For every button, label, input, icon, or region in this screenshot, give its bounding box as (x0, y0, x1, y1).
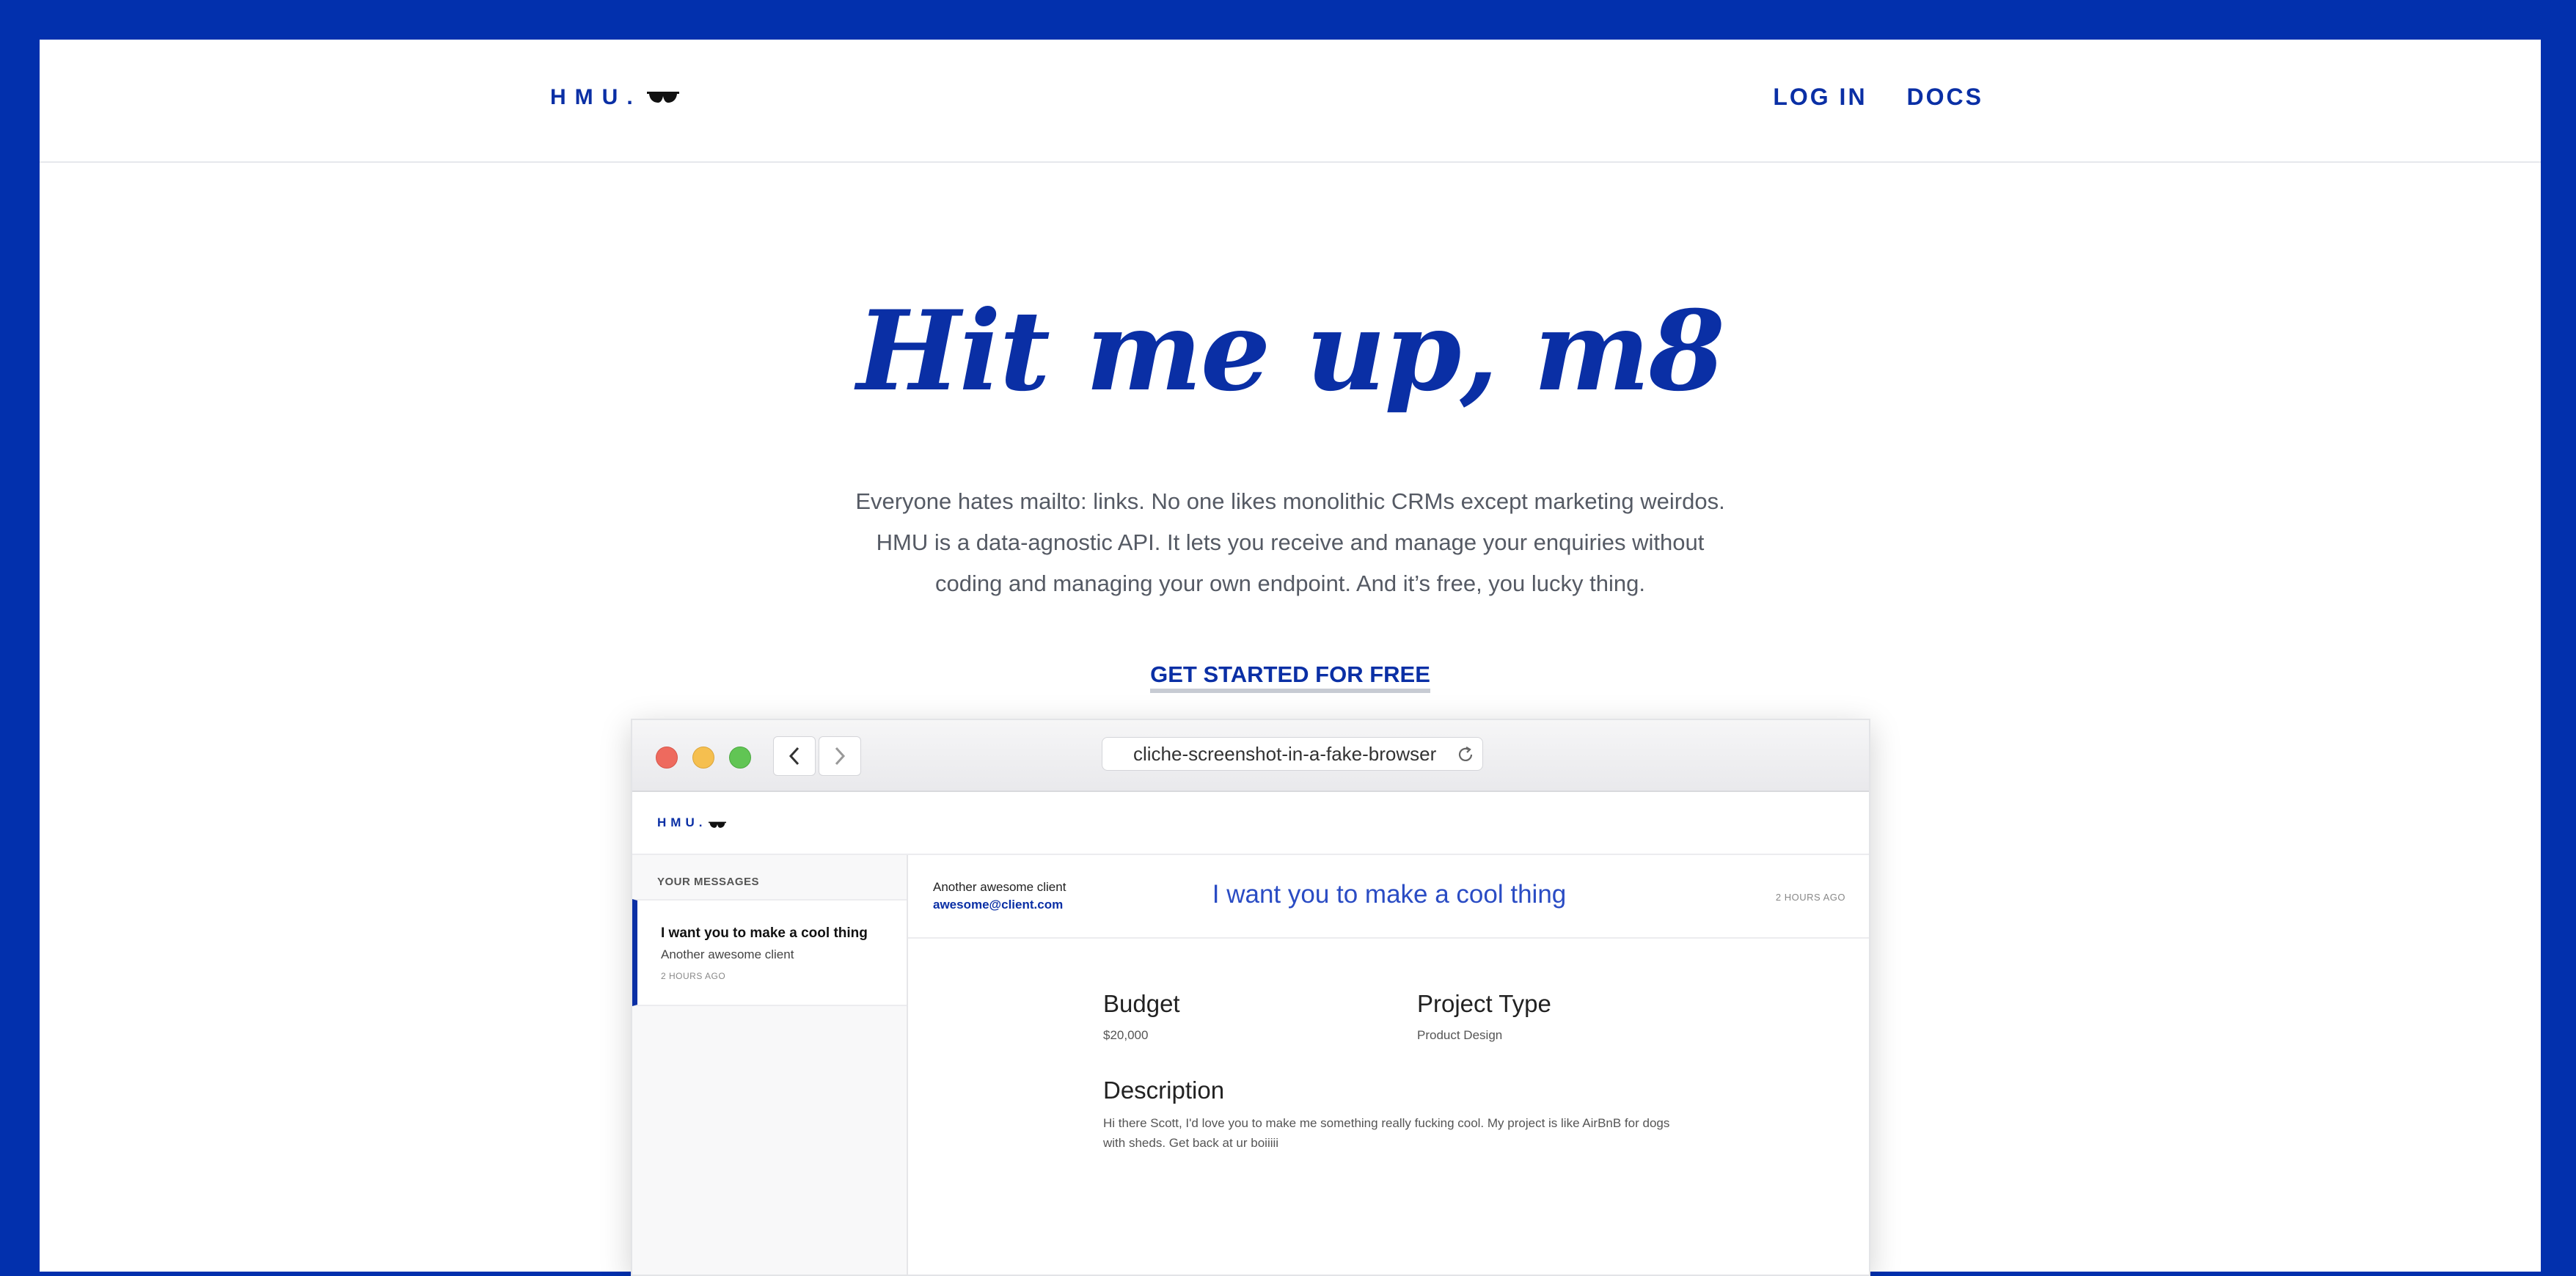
message-date: 2 HOURS AGO (661, 971, 726, 981)
sunglasses-icon (708, 818, 727, 828)
description-value: Hi there Scott, I'd love you to make me … (1103, 1116, 1670, 1150)
top-nav: LOG IN DOCS (1773, 84, 1983, 111)
message-sender: Another awesome client (661, 947, 794, 961)
cta-wrapper: GET STARTED FOR FREE (40, 661, 2541, 693)
message-title: I want you to make a cool thing (661, 925, 868, 941)
site-logo[interactable]: HMU. (550, 85, 680, 110)
logo-text: HMU. (550, 85, 642, 109)
project-type-label: Project Type (1417, 990, 1551, 1017)
login-link[interactable]: LOG IN (1773, 84, 1867, 111)
maximize-window-icon[interactable] (729, 747, 751, 769)
forward-button[interactable] (819, 736, 861, 776)
app-logo-text: HMU. (657, 815, 707, 829)
message-list-item[interactable]: I want you to make a cool thing Another … (632, 899, 907, 1006)
message-detail-date: 2 HOURS AGO (1775, 892, 1845, 903)
hero-title: Hit me up, m8 (856, 287, 1725, 416)
sunglasses-icon (646, 87, 680, 103)
get-started-button[interactable]: GET STARTED FOR FREE (1150, 661, 1430, 693)
back-arrow-icon (788, 747, 799, 766)
browser-chrome: cliche-screenshot-in-a-fake-browser (632, 720, 1869, 792)
budget-value: $20,000 (1103, 1028, 1149, 1042)
messages-sidebar: YOUR MESSAGES I want you to make a cool … (632, 855, 908, 1275)
docs-link[interactable]: DOCS (1907, 84, 1983, 111)
fake-browser-window: cliche-screenshot-in-a-fake-browser HMU.… (631, 719, 1870, 1276)
reload-icon[interactable] (1456, 745, 1475, 764)
message-subject: I want you to make a cool thing (1212, 880, 1567, 909)
back-button[interactable] (773, 736, 816, 776)
hero-subtitle: Everyone hates mailto: links. No one lik… (855, 488, 1725, 596)
forward-arrow-icon (835, 747, 846, 766)
project-type-value: Product Design (1417, 1028, 1503, 1042)
description-label: Description (1103, 1077, 1225, 1104)
address-bar[interactable]: cliche-screenshot-in-a-fake-browser (1102, 737, 1483, 771)
sidebar-title: YOUR MESSAGES (657, 876, 760, 888)
budget-label: Budget (1103, 990, 1180, 1017)
app-logo[interactable]: HMU. (657, 815, 727, 830)
minimize-window-icon[interactable] (692, 747, 714, 769)
close-window-icon[interactable] (656, 747, 678, 769)
message-detail-header: Another awesome client awesome@client.co… (908, 855, 1869, 939)
url-text: cliche-screenshot-in-a-fake-browser (1133, 743, 1437, 765)
top-navigation-bar: HMU. LOG IN DOCS (40, 40, 2541, 163)
app-header: HMU. (632, 791, 1869, 855)
